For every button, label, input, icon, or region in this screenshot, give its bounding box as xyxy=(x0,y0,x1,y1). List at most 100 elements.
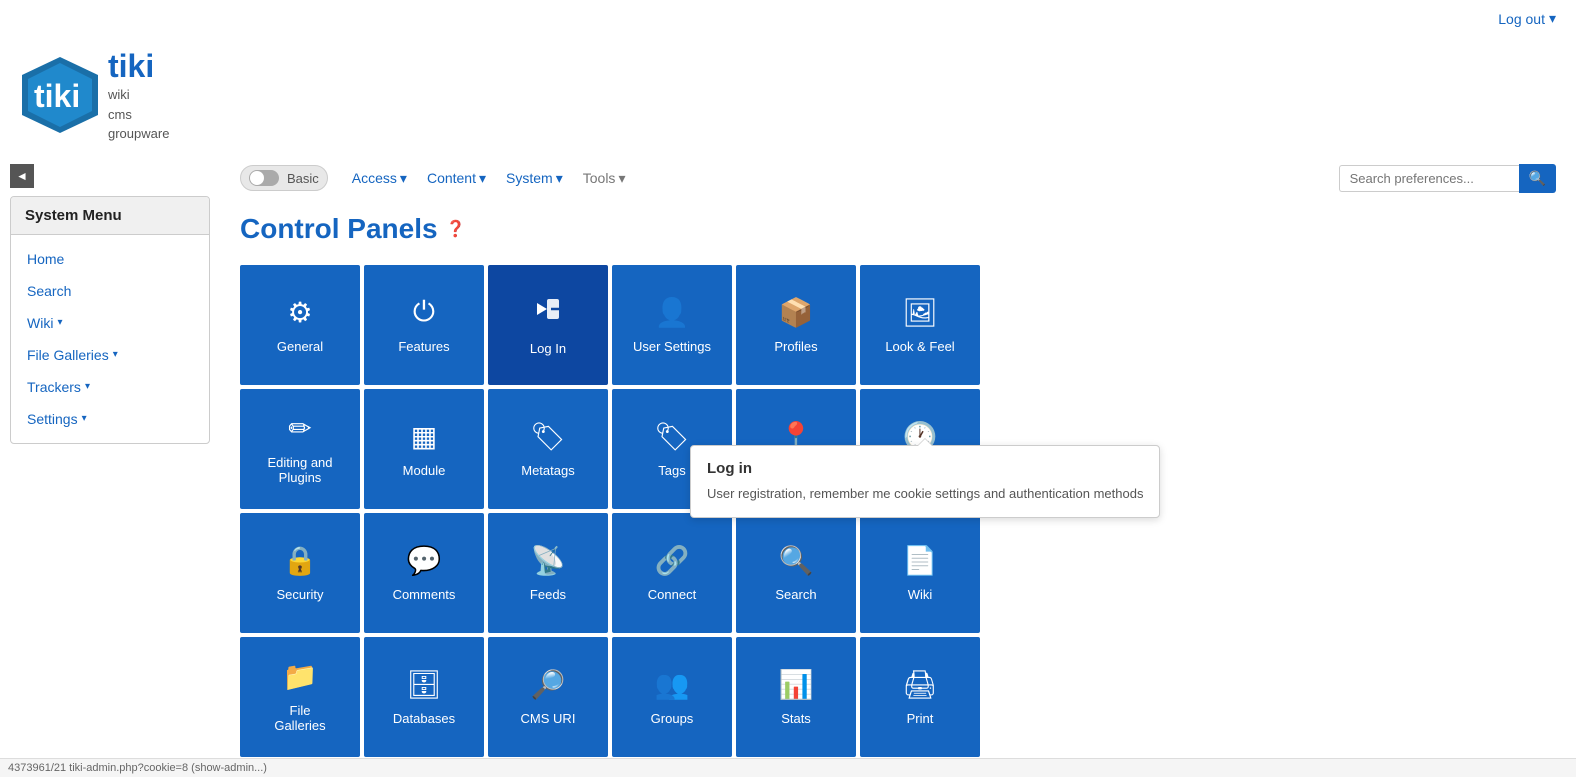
panel-comments[interactable]: 💬 Comments xyxy=(364,513,484,633)
help-icon[interactable]: ❓ xyxy=(446,219,466,239)
login-icon xyxy=(533,294,563,331)
search-prefs-icon: 🔍 xyxy=(1529,170,1546,186)
sidebar: ◄ System Menu Home Search Wiki ▾ File Ga… xyxy=(0,164,220,781)
tags-label: Tags xyxy=(654,463,689,479)
metatags-icon: 🏷 xyxy=(530,420,566,453)
sidebar-item-settings[interactable]: Settings ▾ xyxy=(11,403,209,435)
general-label: General xyxy=(273,339,327,355)
search-preferences-input[interactable] xyxy=(1339,165,1519,192)
sidebar-item-trackers[interactable]: Trackers ▾ xyxy=(11,371,209,403)
tools-caret-icon: ▾ xyxy=(618,170,625,187)
nav-tools-button[interactable]: Tools ▾ xyxy=(575,166,634,191)
databases-label: Databases xyxy=(389,711,459,727)
logo-area: tiki tiki wiki cms groupware xyxy=(0,37,1576,164)
profiles-icon: 📦 xyxy=(779,296,814,329)
statusbar-text: 4373961/21 tiki-admin.php?cookie=8 (show… xyxy=(8,762,267,774)
wiki-panel-icon: 📄 xyxy=(903,544,938,577)
file-galleries-panel-label: File Galleries xyxy=(270,703,329,734)
groups-icon: 👥 xyxy=(655,668,690,701)
toolbar: Basic Access ▾ Content ▾ System ▾ Tools … xyxy=(240,164,1556,193)
panel-stats[interactable]: 📊 Stats xyxy=(736,637,856,757)
nav-access-button[interactable]: Access ▾ xyxy=(344,166,415,191)
nav-content-button[interactable]: Content ▾ xyxy=(419,166,494,191)
sidebar-menu-title: System Menu xyxy=(11,197,209,235)
topbar: Log out ▾ xyxy=(0,0,1576,37)
wiki-panel-label: Wiki xyxy=(904,587,937,603)
logout-label: Log out xyxy=(1498,11,1545,27)
tags-icon: 🏷 xyxy=(654,420,690,453)
panel-login[interactable]: Log In xyxy=(488,265,608,385)
databases-icon: 🗄 xyxy=(406,668,442,701)
page-title: Control Panels ❓ xyxy=(240,213,1556,245)
look-feel-icon: 🖼 xyxy=(902,296,938,329)
profiles-label: Profiles xyxy=(770,339,821,355)
basic-toggle[interactable]: Basic xyxy=(240,165,328,191)
panel-wiki[interactable]: 📄 Wiki xyxy=(860,513,980,633)
file-galleries-caret-icon: ▾ xyxy=(113,349,118,360)
panel-profiles[interactable]: 📦 Profiles xyxy=(736,265,856,385)
logout-button[interactable]: Log out ▾ xyxy=(1498,10,1556,27)
module-icon: ▦ xyxy=(411,420,437,453)
security-label: Security xyxy=(273,587,328,603)
sidebar-nav: Home Search Wiki ▾ File Galleries ▾ Trac… xyxy=(11,235,209,443)
toggle-knob xyxy=(250,171,264,185)
logo-container[interactable]: tiki tiki wiki cms groupware xyxy=(20,47,169,144)
tiki-logo-icon: tiki xyxy=(20,55,100,135)
user-settings-icon: 👤 xyxy=(655,296,690,329)
look-feel-label: Look & Feel xyxy=(881,339,958,355)
sidebar-item-search[interactable]: Search xyxy=(11,275,209,307)
panel-groups[interactable]: 👥 Groups xyxy=(612,637,732,757)
panel-connect[interactable]: 🔗 Connect xyxy=(612,513,732,633)
cms-uri-label: CMS URI xyxy=(517,711,580,727)
access-caret-icon: ▾ xyxy=(400,170,407,187)
sidebar-search-label: Search xyxy=(27,283,71,299)
system-caret-icon: ▾ xyxy=(556,170,563,187)
sidebar-item-home[interactable]: Home xyxy=(11,243,209,275)
tooltip-description: User registration, remember me cookie se… xyxy=(707,485,1143,503)
statusbar: 4373961/21 tiki-admin.php?cookie=8 (show… xyxy=(0,758,1576,777)
features-icon: ⏻ xyxy=(413,296,435,329)
sidebar-item-wiki[interactable]: Wiki ▾ xyxy=(11,307,209,339)
stats-icon: 📊 xyxy=(779,668,814,701)
logout-caret: ▾ xyxy=(1549,10,1556,27)
security-icon: 🔒 xyxy=(283,544,318,577)
comments-label: Comments xyxy=(389,587,460,603)
print-label: Print xyxy=(903,711,938,727)
panel-file-galleries[interactable]: 📁 File Galleries xyxy=(240,637,360,757)
panel-feeds[interactable]: 📡 Feeds xyxy=(488,513,608,633)
panel-cms-uri[interactable]: 🔎 CMS URI xyxy=(488,637,608,757)
sidebar-item-file-galleries[interactable]: File Galleries ▾ xyxy=(11,339,209,371)
panel-search[interactable]: 🔍 Search xyxy=(736,513,856,633)
wiki-caret-icon: ▾ xyxy=(57,317,62,328)
svg-text:tiki: tiki xyxy=(34,78,80,114)
panel-databases[interactable]: 🗄 Databases xyxy=(364,637,484,757)
sidebar-collapse-button[interactable]: ◄ xyxy=(10,164,34,188)
panel-metatags[interactable]: 🏷 Metatags xyxy=(488,389,608,509)
sidebar-menu: System Menu Home Search Wiki ▾ File Gall… xyxy=(10,196,210,444)
logo-tiki-text: tiki xyxy=(108,47,169,85)
panel-security[interactable]: 🔒 Security xyxy=(240,513,360,633)
nav-content-label: Content xyxy=(427,170,476,186)
sidebar-settings-label: Settings xyxy=(27,411,78,427)
page-title-text: Control Panels xyxy=(240,213,438,245)
content-caret-icon: ▾ xyxy=(479,170,486,187)
module-label: Module xyxy=(399,463,450,479)
nav-system-button[interactable]: System ▾ xyxy=(498,166,571,191)
file-galleries-panel-icon: 📁 xyxy=(283,660,318,693)
panel-look-feel[interactable]: 🖼 Look & Feel xyxy=(860,265,980,385)
search-preferences-button[interactable]: 🔍 xyxy=(1519,164,1556,193)
panel-features[interactable]: ⏻ Features xyxy=(364,265,484,385)
panel-module[interactable]: ▦ Module xyxy=(364,389,484,509)
connect-icon: 🔗 xyxy=(655,544,690,577)
sidebar-wiki-label: Wiki xyxy=(27,315,53,331)
logo-text: tiki wiki cms groupware xyxy=(108,47,169,144)
panel-editing-plugins[interactable]: ✏ Editing and Plugins xyxy=(240,389,360,509)
connect-label: Connect xyxy=(644,587,700,603)
cms-uri-icon: 🔎 xyxy=(531,668,566,701)
nav-access-label: Access xyxy=(352,170,397,186)
editing-plugins-icon: ✏ xyxy=(288,412,311,445)
panel-user-settings[interactable]: 👤 User Settings xyxy=(612,265,732,385)
editing-plugins-label: Editing and Plugins xyxy=(263,455,336,486)
panel-print[interactable]: 🖨 Print xyxy=(860,637,980,757)
panel-general[interactable]: ⚙ General xyxy=(240,265,360,385)
